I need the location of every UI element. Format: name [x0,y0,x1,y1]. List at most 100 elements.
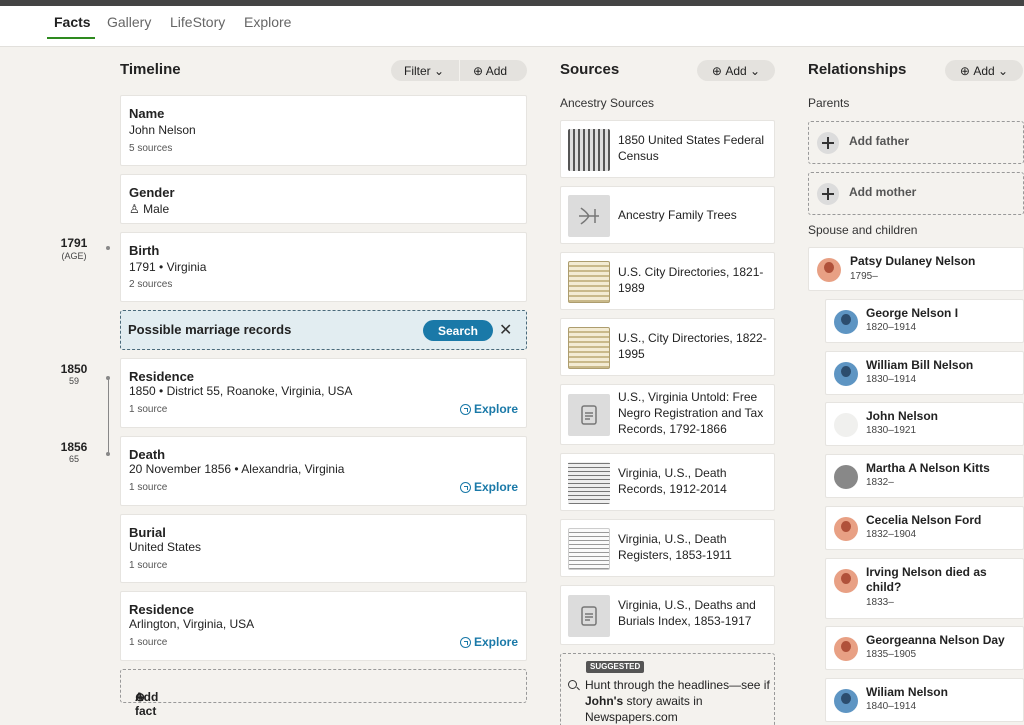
person-years: 1840–1914 [866,701,917,712]
source-label: Virginia, U.S., Death Registers, 1853-19… [618,532,732,562]
child-card[interactable]: Martha A Nelson Kitts 1832– [825,454,1024,498]
child-card[interactable]: George Nelson I 1820–1914 [825,299,1024,343]
fact-detail: 1791 • Virginia [129,260,207,274]
death-year: 1856 [60,440,88,454]
child-card[interactable]: Irving Nelson died as child? 1833– [825,558,1024,619]
person-years: 1795– [850,271,878,282]
tab-explore[interactable]: Explore [244,14,291,40]
timeline-dot [106,452,110,456]
person-name: Irving Nelson died as child? [866,565,987,594]
death-record-thumbnail [568,462,610,504]
fact-card-name[interactable]: Name John Nelson 5 sources [120,95,527,166]
explore-link[interactable]: Explore [459,635,518,649]
female-avatar-icon [834,569,858,593]
suggested-person-name: John's [585,694,624,708]
suggested-text-pre: Hunt through the headlines—see if [585,678,770,692]
source-item[interactable]: U.S., Virginia Untold: Free Negro Regist… [560,384,775,445]
chevron-down-icon: ⌄ [750,63,761,78]
source-item[interactable]: U.S., City Directories, 1822-1995 [560,318,775,376]
search-button[interactable]: Search [423,320,493,341]
add-mother-button[interactable]: Add mother [808,172,1024,215]
active-tab-indicator [47,37,95,39]
fact-card-residence-2[interactable]: Residence Arlington, Virginia, USA 1 sou… [120,591,527,661]
source-label: 1850 United States Federal Census [618,133,765,163]
person-name: Patsy Dulaney Nelson [850,254,976,268]
fact-detail-row: ♙ Male [129,202,169,216]
spouse-card[interactable]: Patsy Dulaney Nelson 1795– [808,247,1024,291]
timeline-add-button[interactable]: ⊕ Add [473,64,507,78]
sources-add-label: Add [725,63,747,78]
person-name: Martha A Nelson Kitts [866,461,990,475]
add-father-label: Add father [849,134,909,148]
explore-label: Explore [473,480,518,494]
residence-year: 1850 [60,362,88,376]
child-card[interactable]: Wiliam Nelson 1840–1914 [825,678,1024,722]
child-card[interactable]: Georgeanna Nelson Day 1835–1905 [825,626,1024,670]
add-mother-label: Add mother [849,185,917,199]
timeline-connector [108,379,109,454]
fact-card-death[interactable]: Death 20 November 1856 • Alexandria, Vir… [120,436,527,506]
document-icon [568,595,610,637]
add-father-button[interactable]: Add father [808,121,1024,164]
sources-add-button[interactable]: ⊕ Add ⌄ [697,60,775,81]
person-name: John Nelson [866,409,939,423]
source-item[interactable]: U.S. City Directories, 1821-1989 [560,252,775,310]
filter-button[interactable]: Filter ⌄ [404,64,444,78]
person-name: William Bill Nelson [866,358,974,372]
add-circle-icon: ⊕ [473,64,484,78]
female-avatar-icon [834,517,858,541]
source-item[interactable]: Virginia, U.S., Death Registers, 1853-19… [560,519,775,577]
source-label: U.S., City Directories, 1822-1995 [618,331,767,361]
pill-divider [459,60,460,81]
fact-detail: 1850 • District 55, Roanoke, Virginia, U… [129,384,353,398]
fact-card-burial[interactable]: Burial United States 1 source [120,514,527,583]
blank-avatar-icon [834,413,858,437]
source-label: Virginia, U.S., Death Records, 1912-2014 [618,466,727,496]
person-years: 1832– [866,477,894,488]
relationships-add-button[interactable]: ⊕ Add ⌄ [945,60,1023,81]
explore-link[interactable]: Explore [459,402,518,416]
document-icon [568,394,610,436]
close-icon[interactable]: ✕ [499,320,512,340]
person-years: 1835–1905 [866,649,917,660]
fact-card-birth[interactable]: Birth 1791 • Virginia 2 sources [120,232,527,302]
suggested-newspapers[interactable]: SUGGESTED Hunt through the headlines—see… [560,653,775,725]
source-item[interactable]: 1850 United States Federal Census [560,120,775,178]
marriage-prompt-text: Possible marriage records [128,322,292,337]
source-item[interactable]: Virginia, U.S., Death Records, 1912-2014 [560,453,775,511]
sources-heading: Sources [560,61,620,78]
family-tree-leaf-icon [568,195,610,237]
fact-title: Gender [129,185,175,200]
timeline-add-label: Add [485,64,508,78]
child-card[interactable]: William Bill Nelson 1830–1914 [825,351,1024,395]
fact-title: Name [129,106,165,121]
person-name: Wiliam Nelson [866,685,948,699]
fact-card-gender[interactable]: Gender ♙ Male [120,174,527,224]
census-thumbnail [568,129,610,171]
directory-thumbnail [568,261,610,303]
explore-label: Explore [473,402,518,416]
source-item[interactable]: Ancestry Family Trees [560,186,775,244]
tab-lifestory[interactable]: LifeStory [170,14,225,40]
compass-icon [459,636,471,648]
source-item[interactable]: Virginia, U.S., Deaths and Burials Index… [560,585,775,645]
add-fact-button[interactable]: ⊕ Add fact [120,669,527,718]
fact-detail: Male [143,202,170,216]
fact-sources: 5 sources [129,143,173,154]
compass-icon [459,481,471,493]
fact-card-residence[interactable]: Residence 1850 • District 55, Roanoke, V… [120,358,527,428]
relationships-heading: Relationships [808,61,907,78]
fact-sources: 1 source [129,637,168,648]
ancestry-sources-label: Ancestry Sources [560,96,655,110]
explore-link[interactable]: Explore [459,480,518,494]
birth-year: 1791 [60,236,88,250]
directory-thumbnail [568,327,610,369]
child-card[interactable]: John Nelson 1830–1921 [825,402,1024,446]
fact-sources: 1 source [129,560,168,571]
child-card[interactable]: Cecelia Nelson Ford 1832–1904 [825,506,1024,550]
source-label: U.S. City Directories, 1821-1989 [618,265,764,295]
male-avatar-icon [834,689,858,713]
search-icon [568,680,577,689]
tab-gallery[interactable]: Gallery [107,14,151,40]
photo-avatar-icon [834,465,858,489]
